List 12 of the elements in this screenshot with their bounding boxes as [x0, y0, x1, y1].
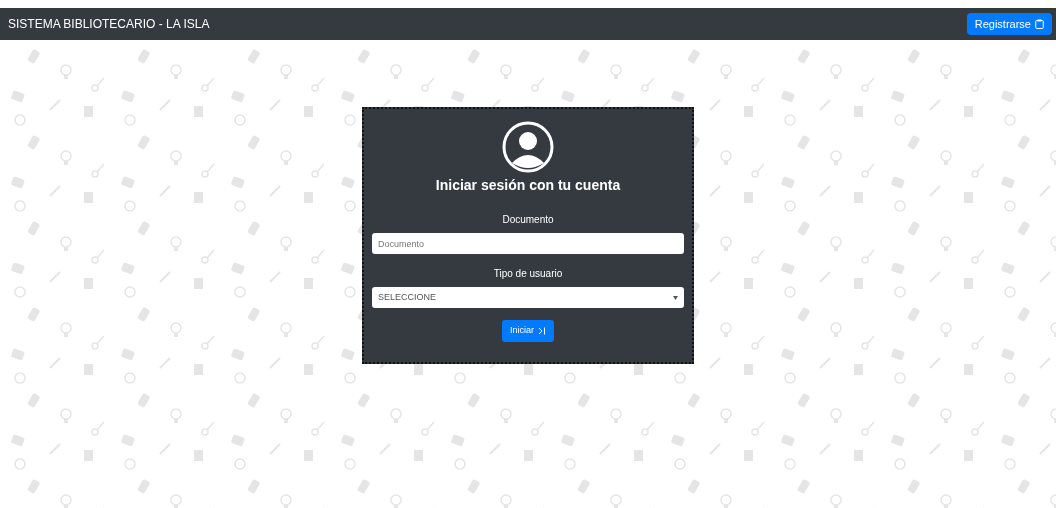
- app-title: SISTEMA BIBLIOTECARIO - LA ISLA: [8, 16, 210, 33]
- clipboard-icon: [1035, 19, 1044, 29]
- caret-icon: [673, 295, 678, 300]
- sign-in-icon: [538, 327, 546, 335]
- login-button[interactable]: Iniciar: [502, 320, 554, 342]
- field-label: Tipo de usuario: [493, 267, 563, 281]
- login-heading: Iniciar sesión con tu cuenta: [435, 176, 621, 195]
- user-avatar-icon: [502, 121, 554, 173]
- field-label: Documento: [502, 213, 554, 227]
- user-type-select[interactable]: SELECCIONE: [372, 287, 684, 308]
- register-button[interactable]: Registrarse: [966, 13, 1052, 35]
- document-field[interactable]: Documento: [372, 233, 684, 254]
